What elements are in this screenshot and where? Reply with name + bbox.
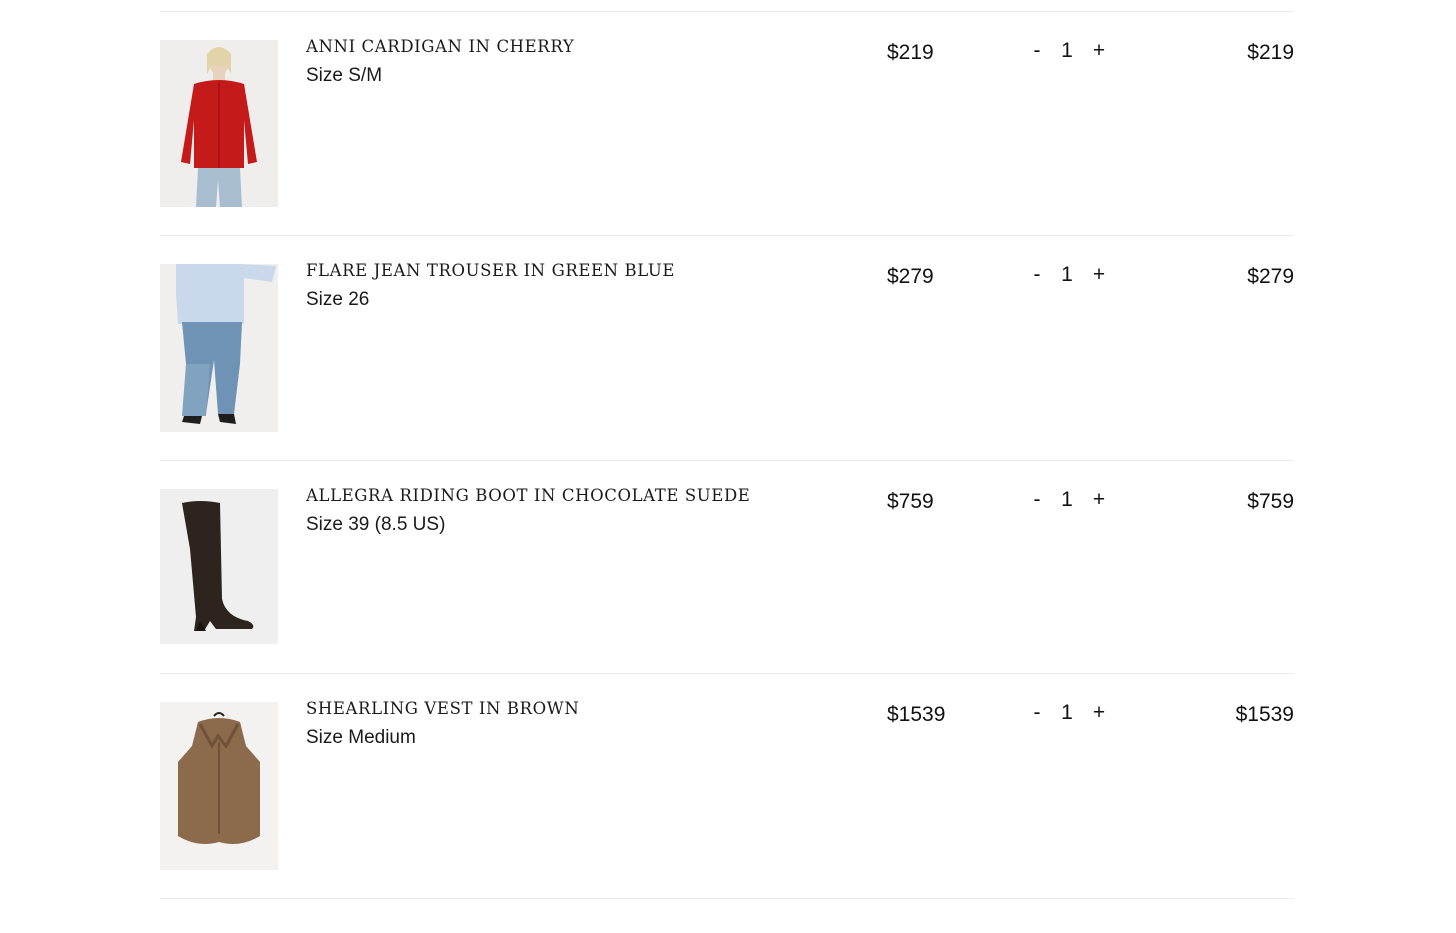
quantity-value: 1 xyxy=(1061,39,1073,62)
product-image-vest[interactable] xyxy=(160,702,278,870)
quantity-value: 1 xyxy=(1061,488,1073,511)
product-image-jeans[interactable] xyxy=(160,264,278,432)
product-size: Size Medium xyxy=(306,727,416,748)
increase-quantity-button[interactable]: + xyxy=(1088,701,1110,725)
decrease-quantity-button[interactable]: - xyxy=(1026,263,1048,287)
increase-quantity-button[interactable]: + xyxy=(1088,39,1110,63)
product-image-cardigan[interactable] xyxy=(160,40,278,207)
cart-items-list: ANNI CARDIGAN IN CHERRY Size S/M $219 - … xyxy=(160,11,1294,899)
riding-boot-icon xyxy=(160,489,278,644)
red-cardigan-icon xyxy=(160,40,278,207)
cart-row: ALLEGRA RIDING BOOT IN CHOCOLATE SUEDE S… xyxy=(160,461,1294,674)
product-size: Size 26 xyxy=(306,289,370,310)
unit-price: $219 xyxy=(887,41,934,64)
unit-price: $759 xyxy=(887,490,934,513)
product-size: Size 39 (8.5 US) xyxy=(306,514,446,535)
quantity-stepper: - 1 + xyxy=(1026,488,1116,516)
product-name[interactable]: FLARE JEAN TROUSER IN GREEN BLUE xyxy=(306,261,675,280)
cart-row: FLARE JEAN TROUSER IN GREEN BLUE Size 26… xyxy=(160,236,1294,461)
line-total: $759 xyxy=(1247,490,1294,513)
unit-price: $279 xyxy=(887,265,934,288)
quantity-value: 1 xyxy=(1061,263,1073,286)
decrease-quantity-button[interactable]: - xyxy=(1026,39,1048,63)
quantity-stepper: - 1 + xyxy=(1026,39,1116,67)
quantity-stepper: - 1 + xyxy=(1026,263,1116,291)
flare-jeans-icon xyxy=(160,264,278,432)
quantity-stepper: - 1 + xyxy=(1026,701,1116,729)
increase-quantity-button[interactable]: + xyxy=(1088,263,1110,287)
unit-price: $1539 xyxy=(887,703,946,726)
cart-row: SHEARLING VEST IN BROWN Size Medium $153… xyxy=(160,674,1294,899)
product-name[interactable]: ALLEGRA RIDING BOOT IN CHOCOLATE SUEDE xyxy=(306,486,750,505)
line-total: $1539 xyxy=(1235,703,1294,726)
line-total: $279 xyxy=(1247,265,1294,288)
line-total: $219 xyxy=(1247,41,1294,64)
product-name[interactable]: SHEARLING VEST IN BROWN xyxy=(306,699,579,718)
quantity-value: 1 xyxy=(1061,701,1073,724)
product-image-boot[interactable] xyxy=(160,489,278,644)
increase-quantity-button[interactable]: + xyxy=(1088,488,1110,512)
product-size: Size S/M xyxy=(306,65,383,86)
decrease-quantity-button[interactable]: - xyxy=(1026,488,1048,512)
cart-row: ANNI CARDIGAN IN CHERRY Size S/M $219 - … xyxy=(160,12,1294,236)
shearling-vest-icon xyxy=(160,702,278,870)
decrease-quantity-button[interactable]: - xyxy=(1026,701,1048,725)
product-name[interactable]: ANNI CARDIGAN IN CHERRY xyxy=(306,37,574,56)
